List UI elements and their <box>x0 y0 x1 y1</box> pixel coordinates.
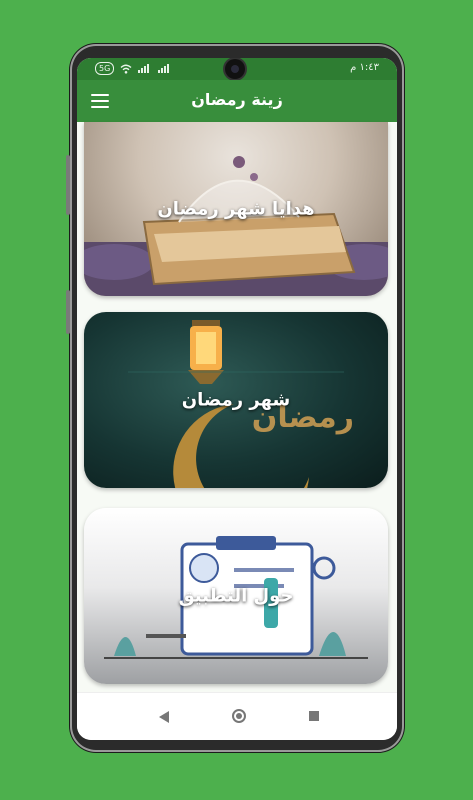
card-ramadan-gifts[interactable]: هدايا شهر رمضان <box>84 122 388 296</box>
signal-icon <box>158 64 170 73</box>
signal-icon <box>138 64 150 73</box>
home-circle-icon[interactable] <box>232 709 246 723</box>
card-about-app[interactable]: حول التطبيق <box>84 508 388 684</box>
network-badge: 5G <box>95 62 115 75</box>
camera-cutout <box>225 59 245 79</box>
card-label: شهر رمضان <box>181 389 291 411</box>
card-list: هدايا شهر رمضان رمضان شهر رمضان حول التط… <box>77 122 397 692</box>
app-bar: زينة رمضان <box>77 80 397 122</box>
phone-side-button <box>66 155 70 215</box>
back-triangle-icon[interactable] <box>159 711 169 723</box>
wifi-icon <box>120 64 132 74</box>
card-ramadan-month[interactable]: رمضان شهر رمضان <box>84 312 388 488</box>
status-time: ١:٤٣ م <box>350 62 379 73</box>
system-nav-bar <box>77 692 397 740</box>
phone-screen: 5G ١:٤٣ م زينة رمضان هدايا شهر رمضان رمض… <box>77 58 397 740</box>
card-label: هدايا شهر رمضان <box>157 198 315 220</box>
recents-square-icon[interactable] <box>309 711 319 721</box>
card-label: حول التطبيق <box>178 585 294 607</box>
status-bar: 5G ١:٤٣ م <box>77 58 397 80</box>
status-icons: 5G <box>95 62 172 75</box>
phone-side-button <box>66 290 70 334</box>
app-title: زينة رمضان <box>191 90 283 109</box>
